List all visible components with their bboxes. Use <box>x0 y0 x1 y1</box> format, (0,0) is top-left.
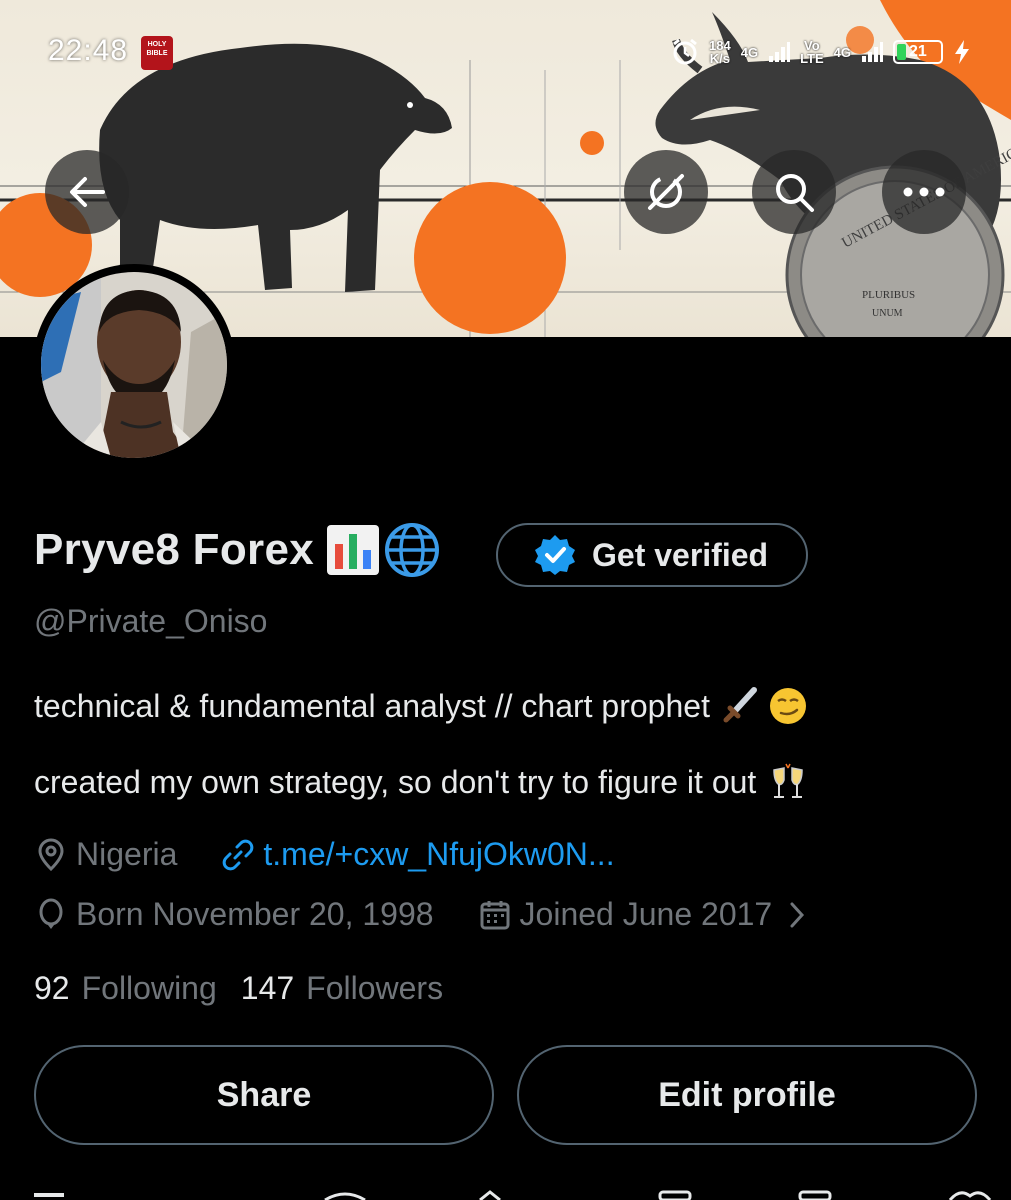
followers-count: 147 <box>240 970 295 1006</box>
smirk-emoji-icon <box>769 688 806 724</box>
more-dots-icon <box>903 187 945 197</box>
signal-icon <box>769 42 791 62</box>
verified-badge-icon <box>535 535 575 575</box>
get-verified-button[interactable]: Get verified <box>496 523 808 587</box>
status-time: 22:48 <box>48 34 129 67</box>
charging-bolt-icon <box>955 40 969 64</box>
alarm-icon <box>673 38 697 65</box>
birthday-text: Born November 20, 1998 <box>76 896 434 932</box>
name-row: Pryve8 Forex <box>34 522 440 578</box>
joined-text[interactable]: Joined June 2017 <box>520 896 773 933</box>
bottom-nav-peek <box>34 1190 992 1200</box>
search-button[interactable] <box>752 150 836 234</box>
search-icon <box>776 174 814 212</box>
share-button[interactable]: Share <box>34 1045 494 1145</box>
arrow-left-icon <box>70 177 105 207</box>
followers-label: Followers <box>306 970 444 1006</box>
balloon-icon <box>39 898 63 929</box>
grok-button[interactable] <box>624 150 708 234</box>
svg-text:UNUM: UNUM <box>872 308 903 319</box>
profile-meta-row-2: Born November 20, 1998 Joined June 2017 <box>34 896 822 933</box>
followers-link[interactable]: 147 Followers <box>241 970 443 1007</box>
dagger-emoji-icon <box>723 687 757 723</box>
network-speed: 184 K/s <box>709 38 731 66</box>
battery-icon: 21 <box>893 40 943 64</box>
status-bar: 22:48 HOLY BIBLE 184 K/s 4G Vo LTE 4G 21 <box>0 30 1011 74</box>
get-verified-label: Get verified <box>592 536 769 573</box>
svg-text:PLURIBUS: PLURIBUS <box>862 289 915 301</box>
location-pin-icon <box>38 838 64 871</box>
calendar-icon <box>480 900 510 929</box>
profile-meta-row-1: Nigeria t.me/+cxw_NfujOkw0N... <box>34 836 615 873</box>
user-handle: @Private_Oniso <box>34 603 268 639</box>
profile-avatar[interactable] <box>33 264 235 466</box>
signal-icon-2 <box>862 42 883 62</box>
status-icons: 184 K/s 4G Vo LTE 4G 21 <box>671 34 971 70</box>
bar-chart-emoji-icon <box>327 525 379 575</box>
following-label: Following <box>81 970 217 1006</box>
bio-line-1: technical & fundamental analyst // chart… <box>34 686 808 726</box>
grok-icon <box>648 174 684 210</box>
network-type-1: 4G <box>740 44 759 60</box>
website-link[interactable]: t.me/+cxw_NfujOkw0N... <box>263 836 614 873</box>
bio-line-2: created my own strategy, so don't try to… <box>34 762 808 802</box>
clinking-glasses-emoji-icon <box>773 763 804 798</box>
network-type-2: 4G <box>833 44 851 60</box>
battery-level: 21 <box>909 43 927 60</box>
following-count: 92 <box>34 970 70 1006</box>
display-name: Pryve8 Forex <box>34 525 314 574</box>
bible-app-icon: HOLY BIBLE <box>141 36 173 70</box>
more-button[interactable] <box>882 150 966 234</box>
globe-emoji-icon <box>385 523 439 577</box>
edit-profile-button[interactable]: Edit profile <box>517 1045 977 1145</box>
location-text: Nigeria <box>76 836 178 872</box>
chevron-right-icon[interactable] <box>780 898 814 932</box>
avatar-photo <box>41 272 227 458</box>
back-button[interactable] <box>45 150 129 234</box>
follow-stats: 92 Following 147 Followers <box>34 970 443 1007</box>
link-icon <box>223 839 254 870</box>
volte-indicator: Vo LTE <box>800 38 824 66</box>
following-link[interactable]: 92 Following <box>34 970 217 1007</box>
